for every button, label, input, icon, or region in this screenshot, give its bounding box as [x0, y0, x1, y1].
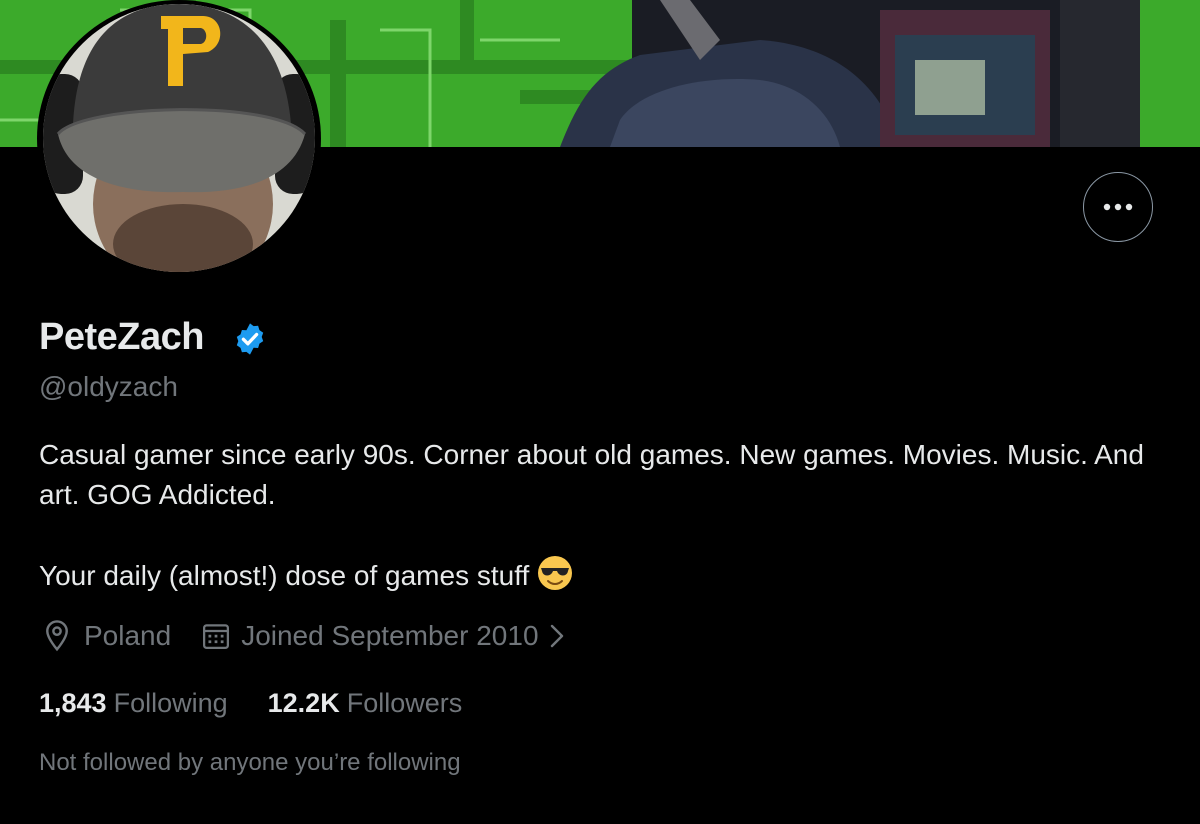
profile-meta: Poland Joined September 2010 — [42, 619, 565, 653]
verified-badge-icon[interactable] — [232, 321, 268, 357]
profile-bio: Casual gamer since early 90s. Corner abo… — [39, 435, 1159, 596]
following-label: Following — [113, 688, 228, 718]
following-count: 1,843 — [39, 688, 107, 718]
smiling-face-with-sunglasses-icon — [538, 556, 573, 590]
chevron-right-icon — [550, 624, 563, 648]
following-link[interactable]: 1,843 Following — [39, 688, 228, 719]
display-name: PeteZach — [39, 316, 204, 358]
follow-stats: 1,843 Following 12.2K Followers — [39, 688, 462, 719]
bio-line: Casual gamer since early 90s. Corner abo… — [39, 439, 1144, 510]
more-options-icon — [1103, 203, 1133, 211]
mutuals-note: Not followed by anyone you’re following — [39, 749, 461, 776]
bio-text: Your daily (almost!) dose of games stuff — [39, 560, 530, 591]
profile-handle: @oldyzach — [39, 371, 178, 402]
calendar-icon — [203, 624, 230, 649]
followers-link[interactable]: 12.2K Followers — [268, 688, 463, 719]
joined-label: Joined September 2010 — [241, 620, 539, 651]
avatar[interactable] — [37, 0, 321, 277]
bio-line: Your daily (almost!) dose of games stuff — [39, 555, 1159, 596]
location-pin-icon — [46, 620, 68, 652]
location-label: Poland — [84, 620, 172, 651]
more-options-button[interactable] — [1083, 172, 1153, 242]
followers-count: 12.2K — [267, 688, 340, 718]
joined-item[interactable]: Joined September 2010 — [171, 620, 564, 652]
location-item: Poland — [42, 619, 171, 653]
followers-label: Followers — [346, 688, 463, 718]
